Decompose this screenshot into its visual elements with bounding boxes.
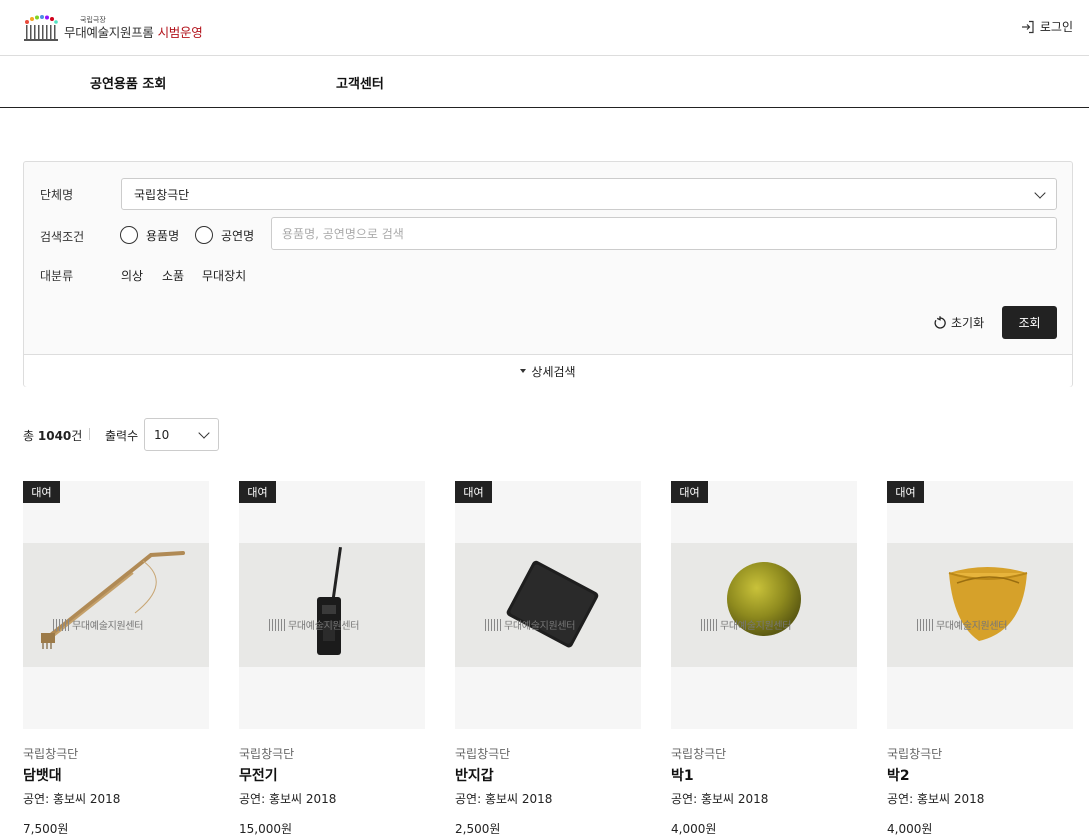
product-image: 무대예술지원센터	[887, 543, 1073, 667]
product-price: 4,000원	[887, 822, 933, 836]
product-performance: 공연: 홍보씨 2018	[239, 792, 337, 806]
product-performance: 공연: 홍보씨 2018	[23, 792, 121, 806]
radio-product-name[interactable]: 용품명	[120, 226, 179, 244]
product-thumbnail[interactable]: 대여 무대예술지원센터	[23, 481, 209, 729]
login-label: 로그인	[1039, 20, 1073, 34]
product-org: 국립창극단	[887, 747, 943, 761]
tab-product-search[interactable]: 공연용품 조회	[90, 73, 166, 92]
per-page-label: 출력수	[105, 429, 139, 443]
site-header: 국립극장 무대예술지원프롬 시범운영 로그인	[0, 0, 1089, 56]
rental-badge: 대여	[239, 481, 276, 503]
product-org: 국립창극단	[239, 747, 295, 761]
category-props[interactable]: 소품	[162, 267, 184, 284]
result-count: 총 1040건	[23, 429, 83, 443]
product-org: 국립창극단	[671, 747, 727, 761]
chevron-down-icon	[1034, 187, 1046, 199]
divider	[89, 428, 90, 440]
search-panel: 단체명 국립창극단 검색조건 용품명 공연명 대분류 의상 소품 무대장치 초기…	[23, 161, 1073, 387]
product-org: 국립창극단	[455, 747, 511, 761]
radio-circle-icon	[195, 226, 213, 244]
product-price: 2,500원	[455, 822, 501, 836]
site-logo[interactable]: 국립극장 무대예술지원프롬 시범운영	[24, 12, 203, 44]
radio-circle-icon	[120, 226, 138, 244]
product-image: 무대예술지원센터	[671, 543, 857, 667]
radio-label: 용품명	[146, 228, 180, 243]
chevron-down-icon	[198, 427, 210, 439]
product-thumbnail[interactable]: 대여 무대예술지원센터	[671, 481, 857, 729]
main-nav: 공연용품 조회 고객센터	[0, 56, 1089, 108]
product-name[interactable]: 박2	[887, 765, 1073, 785]
rental-badge: 대여	[455, 481, 492, 503]
per-page-value: 10	[154, 427, 170, 442]
condition-label: 검색조건	[40, 230, 85, 244]
product-price: 15,000원	[239, 822, 293, 836]
query-button[interactable]: 조회	[1002, 306, 1057, 339]
product-name[interactable]: 무전기	[239, 765, 425, 785]
logo-accent: 시범운영	[157, 24, 203, 40]
product-card[interactable]: 대여 무대예술지원센터 국립창극단 박2 공연: 홍보씨 2018 4,000원	[887, 481, 1073, 837]
product-image: 무대예술지원센터	[455, 543, 641, 667]
caret-down-icon	[520, 369, 527, 373]
product-performance: 공연: 홍보씨 2018	[671, 792, 769, 806]
watermark: 무대예술지원센터	[701, 617, 792, 632]
watermark: 무대예술지원센터	[485, 617, 576, 632]
product-card[interactable]: 대여 무대예술지원센터 국립창극단 반지갑 공연: 홍보씨 2018 2,500…	[455, 481, 641, 837]
product-image: 무대예술지원센터	[23, 543, 209, 667]
detail-search-toggle[interactable]: 상세검색	[24, 354, 1072, 387]
radio-performance-name[interactable]: 공연명	[195, 226, 254, 244]
detail-search-label: 상세검색	[531, 364, 576, 379]
logo-mark-icon	[24, 15, 58, 41]
result-total: 1040	[37, 429, 72, 443]
org-select[interactable]: 국립창극단	[121, 178, 1057, 210]
product-thumbnail[interactable]: 대여 무대예술지원센터	[455, 481, 641, 729]
product-org: 국립창극단	[23, 747, 79, 761]
reset-label: 초기화	[951, 316, 985, 330]
radio-label: 공연명	[221, 228, 255, 243]
product-name[interactable]: 박1	[671, 765, 857, 785]
product-card[interactable]: 대여 무대예술지원센터 국립창극단 무전기 공연: 홍보씨 2018 15,00…	[239, 481, 425, 837]
product-name[interactable]: 담뱃대	[23, 765, 209, 785]
rental-badge: 대여	[671, 481, 708, 503]
watermark: 무대예술지원센터	[53, 617, 144, 632]
product-thumbnail[interactable]: 대여 무대예술지원센터	[239, 481, 425, 729]
product-thumbnail[interactable]: 대여 무대예술지원센터	[887, 481, 1073, 729]
per-page-select[interactable]: 10	[144, 418, 219, 451]
product-performance: 공연: 홍보씨 2018	[455, 792, 553, 806]
tab-customer-center[interactable]: 고객센터	[336, 73, 384, 92]
logo-title: 무대예술지원프롬 시범운영	[64, 24, 203, 40]
product-card[interactable]: 대여 무대예술지원센터 국립창극단 담뱃대 공연: 홍보씨 2018 7,500…	[23, 481, 209, 837]
category-costume[interactable]: 의상	[121, 267, 143, 284]
category-label: 대분류	[40, 269, 74, 283]
category-stage-equipment[interactable]: 무대장치	[202, 267, 246, 284]
watermark: 무대예술지원센터	[917, 617, 1008, 632]
org-select-value: 국립창극단	[134, 187, 190, 202]
product-card[interactable]: 대여 무대예술지원센터 국립창극단 박1 공연: 홍보씨 2018 4,000원	[671, 481, 857, 837]
logo-subtitle: 국립극장	[80, 15, 106, 24]
product-performance: 공연: 홍보씨 2018	[887, 792, 985, 806]
watermark: 무대예술지원센터	[269, 617, 360, 632]
rental-badge: 대여	[887, 481, 924, 503]
reset-button[interactable]: 초기화	[933, 314, 984, 331]
login-icon	[1021, 20, 1034, 33]
search-input[interactable]	[271, 217, 1057, 250]
product-price: 7,500원	[23, 822, 69, 836]
rental-badge: 대여	[23, 481, 60, 503]
org-label: 단체명	[40, 188, 74, 202]
product-price: 4,000원	[671, 822, 717, 836]
product-name[interactable]: 반지갑	[455, 765, 641, 785]
product-image: 무대예술지원센터	[239, 543, 425, 667]
login-link[interactable]: 로그인	[1021, 18, 1073, 35]
reset-icon	[934, 315, 946, 329]
